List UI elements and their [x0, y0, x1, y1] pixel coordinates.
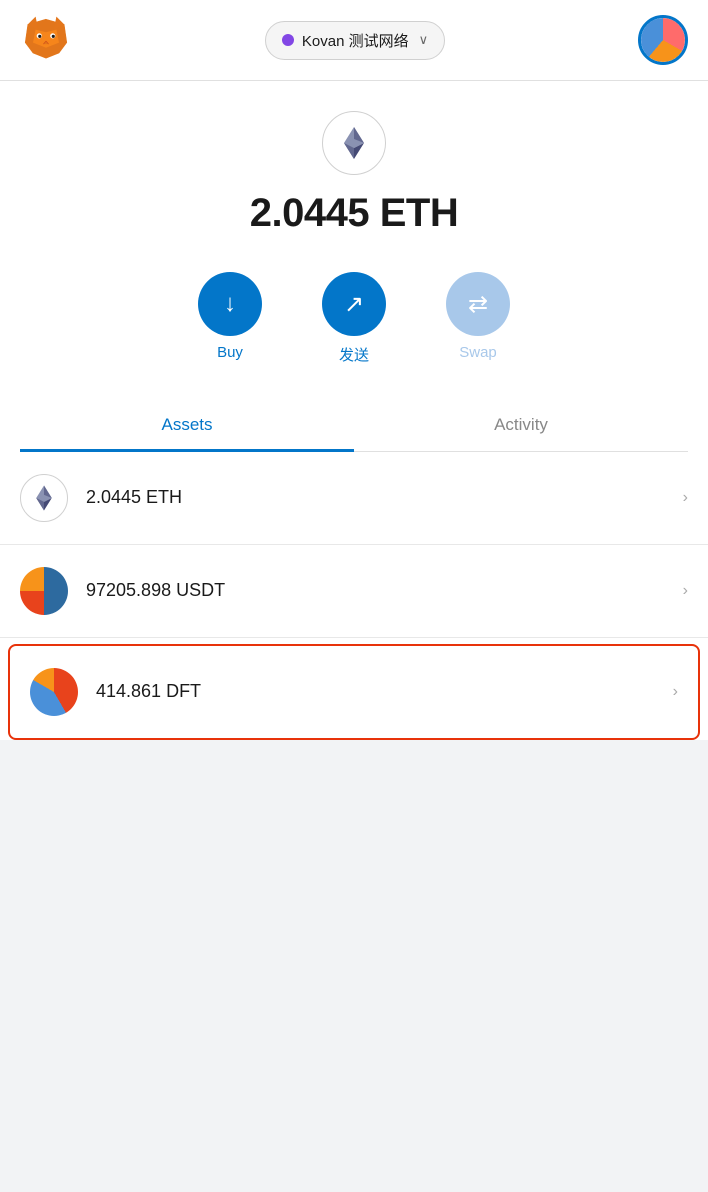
eth-icon-wrapper	[20, 111, 688, 175]
tab-activity[interactable]: Activity	[354, 401, 688, 452]
eth-asset-icon	[20, 474, 68, 522]
asset-item-usdt[interactable]: 97205.898 USDT ›	[0, 545, 708, 638]
metamask-logo	[20, 14, 72, 66]
action-buttons: ↓ Buy ↗ 发送 ⇄ Swap	[20, 272, 688, 365]
eth-token-icon	[30, 484, 58, 512]
buy-button-wrapper[interactable]: ↓ Buy	[198, 272, 262, 365]
buy-button[interactable]: ↓	[198, 272, 262, 336]
swap-button-wrapper[interactable]: ⇄ Swap	[446, 272, 510, 365]
avatar[interactable]	[638, 15, 688, 65]
asset-item-dft[interactable]: 414.861 DFT ›	[8, 644, 700, 740]
main-content: 2.0445 ETH ↓ Buy ↗ 发送 ⇄ Swap Assets Acti…	[0, 81, 708, 452]
send-icon: ↗	[344, 290, 364, 319]
dft-asset-icon	[30, 668, 78, 716]
tabs: Assets Activity	[20, 401, 688, 452]
buy-label: Buy	[217, 344, 243, 361]
dft-amount: 414.861 DFT	[96, 681, 673, 702]
tab-assets[interactable]: Assets	[20, 401, 354, 452]
avatar-inner	[641, 18, 685, 62]
eth-logo-circle	[322, 111, 386, 175]
chevron-down-icon: ∨	[419, 32, 429, 48]
network-dot	[282, 34, 294, 46]
send-button[interactable]: ↗	[322, 272, 386, 336]
swap-label: Swap	[459, 344, 497, 361]
header: Kovan 测试网络 ∨	[0, 0, 708, 81]
buy-icon: ↓	[224, 290, 236, 318]
swap-icon: ⇄	[468, 290, 488, 319]
dft-chevron-icon: ›	[673, 683, 678, 701]
assets-list: 2.0445 ETH › 97205.898 USDT › 414.861 DF…	[0, 452, 708, 740]
network-label: Kovan 测试网络	[302, 30, 409, 51]
swap-button[interactable]: ⇄	[446, 272, 510, 336]
eth-amount: 2.0445 ETH	[86, 487, 683, 508]
usdt-amount: 97205.898 USDT	[86, 580, 683, 601]
usdt-chevron-icon: ›	[683, 582, 688, 600]
eth-logo-icon	[336, 125, 372, 161]
balance-amount: 2.0445 ETH	[250, 191, 458, 235]
balance-section: 2.0445 ETH	[20, 191, 688, 236]
usdt-asset-icon	[20, 567, 68, 615]
eth-chevron-icon: ›	[683, 489, 688, 507]
send-button-wrapper[interactable]: ↗ 发送	[322, 272, 386, 365]
network-selector[interactable]: Kovan 测试网络 ∨	[265, 21, 445, 60]
send-label: 发送	[339, 344, 369, 365]
asset-item-eth[interactable]: 2.0445 ETH ›	[0, 452, 708, 545]
